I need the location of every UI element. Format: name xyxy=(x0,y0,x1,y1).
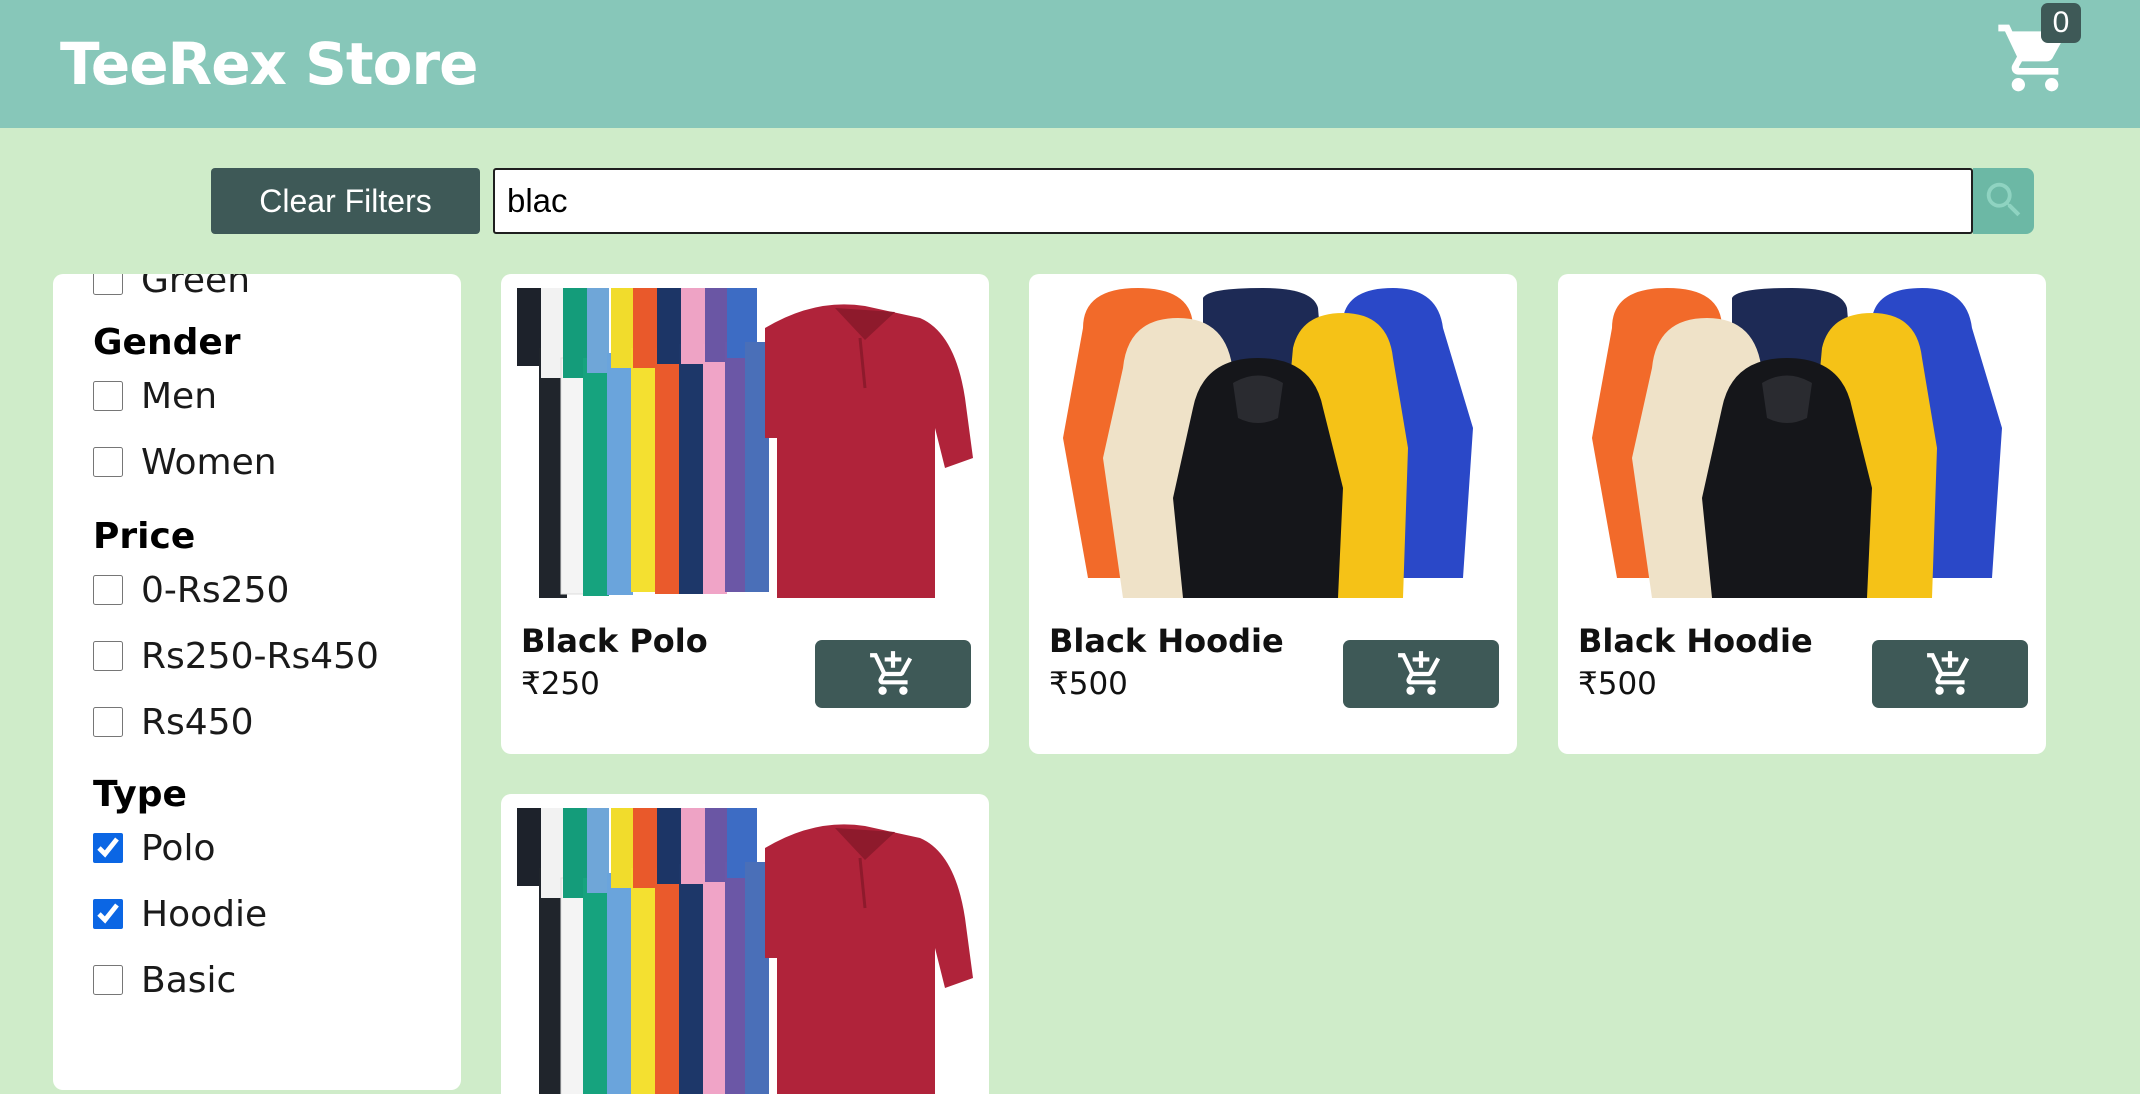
add-to-cart-button[interactable] xyxy=(815,640,971,708)
polo-shirts-image xyxy=(515,808,975,1094)
filters-sidebar: Green Gender Men Women Price 0-Rs250 Rs2… xyxy=(53,274,461,1090)
filter-option-green[interactable]: Green xyxy=(93,274,250,302)
filter-label: Rs250-Rs450 xyxy=(141,635,379,677)
add-to-cart-button[interactable] xyxy=(1343,640,1499,708)
filter-label: Basic xyxy=(141,959,237,1001)
product-price: ₹500 xyxy=(1578,666,1657,702)
product-card: Black Hoodie ₹500 xyxy=(1558,274,2046,754)
filter-option-0-rs250[interactable]: 0-Rs250 xyxy=(93,568,289,612)
search-input[interactable] xyxy=(493,168,1973,234)
filter-option-basic[interactable]: Basic xyxy=(93,958,236,1002)
product-name: Black Hoodie xyxy=(1049,622,1284,660)
product-card: Black Hoodie ₹500 xyxy=(1029,274,1517,754)
search-button[interactable] xyxy=(1973,168,2034,234)
filter-label: 0-Rs250 xyxy=(141,569,290,611)
filter-label: Women xyxy=(141,441,277,483)
checkbox-basic[interactable] xyxy=(93,965,123,995)
checkbox-rs450[interactable] xyxy=(93,707,123,737)
add-to-cart-icon xyxy=(1396,649,1446,699)
store-title: TeeRex Store xyxy=(60,30,478,98)
checkbox-polo[interactable] xyxy=(93,833,123,863)
filter-option-men[interactable]: Men xyxy=(93,374,217,418)
hoodies-image xyxy=(1572,288,2032,598)
product-name: Black Hoodie xyxy=(1578,622,1813,660)
filter-label: Rs450 xyxy=(141,701,254,743)
filter-option-rs450[interactable]: Rs450 xyxy=(93,700,253,744)
add-to-cart-button[interactable] xyxy=(1872,640,2028,708)
search-icon xyxy=(1986,182,2020,216)
checkbox-0-rs250[interactable] xyxy=(93,575,123,605)
checkbox-women[interactable] xyxy=(93,447,123,477)
polo-shirts-image xyxy=(515,288,975,598)
filter-option-hoodie[interactable]: Hoodie xyxy=(93,892,267,936)
filter-label: Hoodie xyxy=(141,893,268,935)
product-name: Black Polo xyxy=(521,622,708,660)
hoodies-image xyxy=(1043,288,1503,598)
clear-filters-button[interactable]: Clear Filters xyxy=(211,168,480,234)
checkbox-rs250-rs450[interactable] xyxy=(93,641,123,671)
product-price: ₹500 xyxy=(1049,666,1128,702)
product-price: ₹250 xyxy=(521,666,600,702)
filter-label: Polo xyxy=(141,827,216,869)
gender-heading: Gender xyxy=(93,322,241,363)
cart-count-badge: 0 xyxy=(2041,3,2081,43)
checkbox-green[interactable] xyxy=(93,274,123,295)
filter-option-polo[interactable]: Polo xyxy=(93,826,215,870)
checkbox-hoodie[interactable] xyxy=(93,899,123,929)
app-header: TeeRex Store xyxy=(0,0,2140,128)
add-to-cart-icon xyxy=(868,649,918,699)
filter-option-rs250-rs450[interactable]: Rs250-Rs450 xyxy=(93,634,379,678)
filter-option-women[interactable]: Women xyxy=(93,440,277,484)
product-card: Black Polo ₹250 xyxy=(501,274,989,754)
add-to-cart-icon xyxy=(1925,649,1975,699)
price-heading: Price xyxy=(93,516,196,557)
filter-label: Men xyxy=(141,375,218,417)
filter-label: Green xyxy=(141,274,251,301)
type-heading: Type xyxy=(93,774,187,815)
checkbox-men[interactable] xyxy=(93,381,123,411)
product-card xyxy=(501,794,989,1094)
